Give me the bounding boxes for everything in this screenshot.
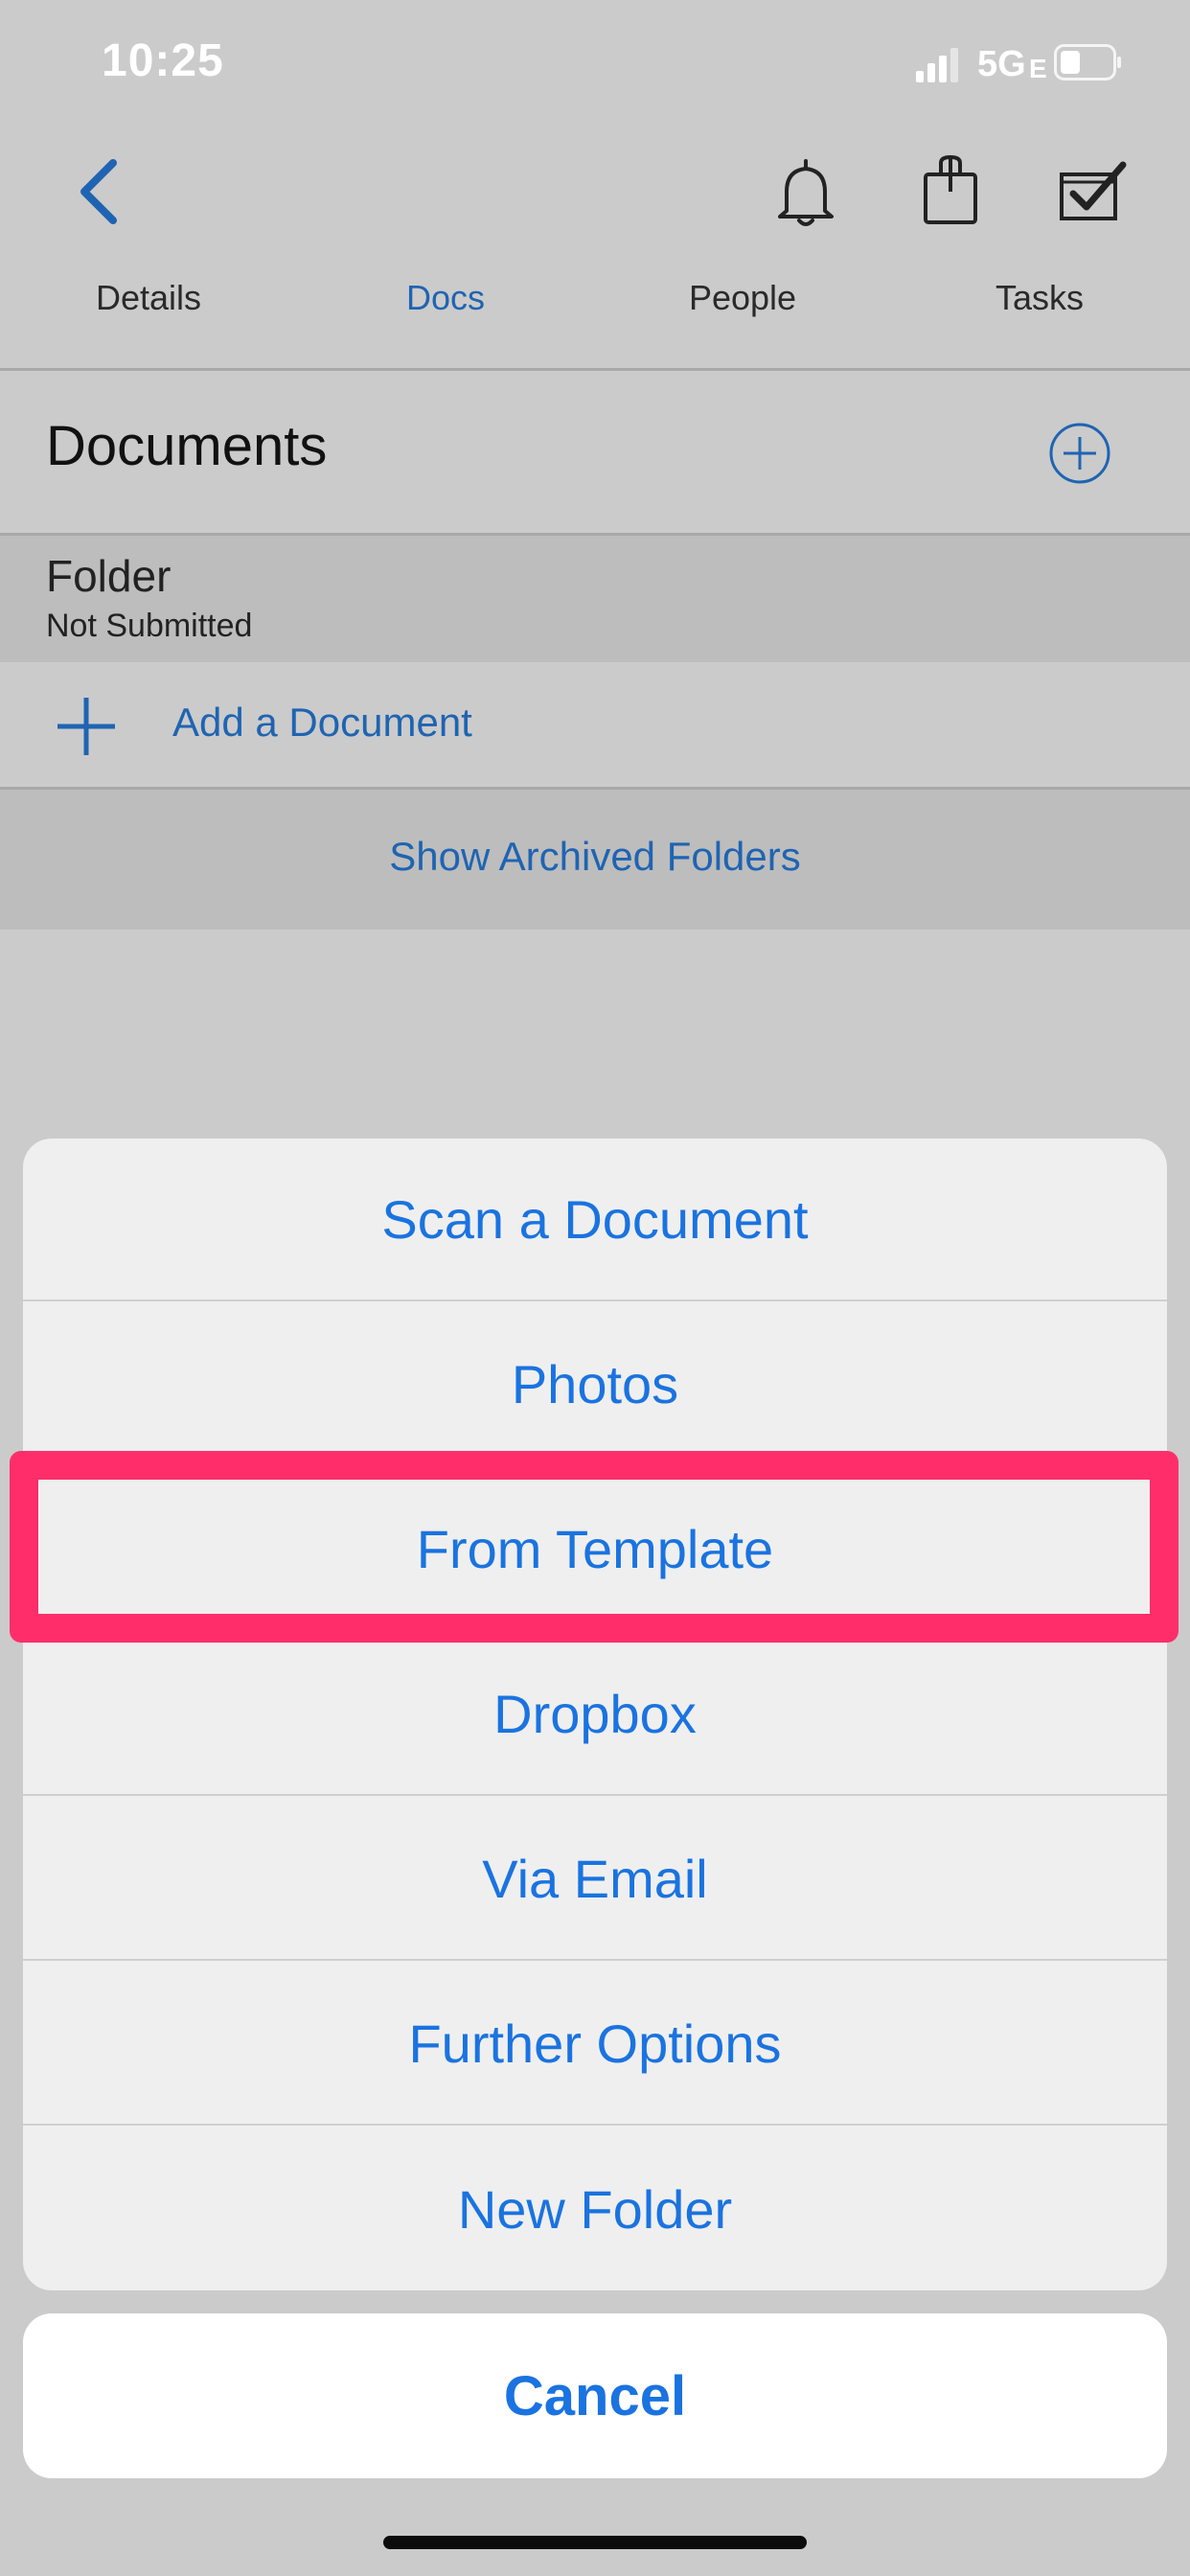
home-indicator[interactable] bbox=[383, 2536, 807, 2549]
further-options-option[interactable]: Further Options bbox=[23, 1963, 1167, 2126]
page-title: Documents bbox=[46, 415, 328, 477]
network-suffix: E bbox=[1029, 54, 1047, 83]
add-document-label[interactable]: Add a Document bbox=[172, 700, 472, 746]
status-time: 10:25 bbox=[102, 35, 224, 86]
add-circle-icon[interactable] bbox=[1048, 422, 1111, 485]
plus-icon bbox=[57, 698, 115, 755]
tab-details[interactable]: Details bbox=[0, 278, 297, 318]
tab-docs[interactable]: Docs bbox=[297, 278, 594, 318]
bag-icon[interactable] bbox=[920, 153, 981, 226]
bell-icon[interactable] bbox=[774, 157, 837, 230]
action-sheet: Scan a Document Photos From Template Dro… bbox=[23, 1138, 1167, 2290]
photos-option[interactable]: Photos bbox=[23, 1303, 1167, 1466]
scan-document-option[interactable]: Scan a Document bbox=[23, 1138, 1167, 1301]
tab-bar: Details Docs People Tasks bbox=[0, 278, 1190, 355]
via-email-option[interactable]: Via Email bbox=[23, 1798, 1167, 1961]
new-folder-option[interactable]: New Folder bbox=[23, 2128, 1167, 2290]
dropbox-option[interactable]: Dropbox bbox=[23, 1633, 1167, 1796]
signal-icon bbox=[916, 48, 958, 82]
back-chevron-icon[interactable] bbox=[71, 153, 132, 230]
network-label: 5G bbox=[977, 44, 1026, 84]
cancel-button[interactable]: Cancel bbox=[23, 2313, 1167, 2478]
folder-status: Not Submitted bbox=[46, 608, 253, 644]
show-archived-folders-link[interactable]: Show Archived Folders bbox=[0, 834, 1190, 880]
battery-icon bbox=[1054, 44, 1121, 80]
tab-people[interactable]: People bbox=[594, 278, 891, 318]
tab-tasks[interactable]: Tasks bbox=[891, 278, 1188, 318]
divider bbox=[0, 368, 1190, 371]
checkbox-tray-icon[interactable] bbox=[1058, 159, 1127, 222]
folder-name: Folder bbox=[46, 551, 172, 601]
highlight-box bbox=[10, 1451, 1179, 1643]
